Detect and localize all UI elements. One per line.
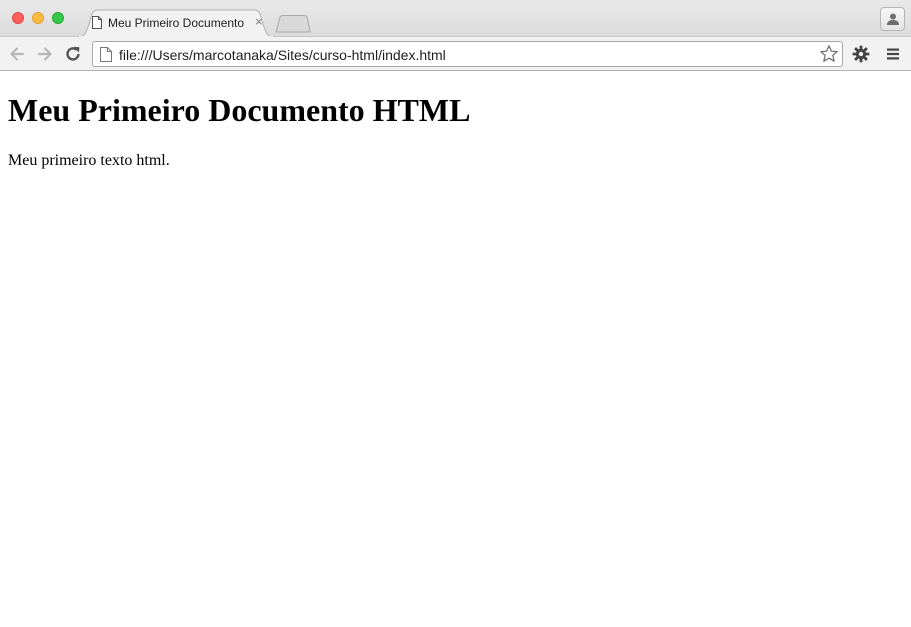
tab-active[interactable]: Meu Primeiro Documento × — [78, 9, 274, 37]
gear-icon[interactable] — [852, 45, 870, 63]
profile-icon — [887, 13, 899, 25]
page-heading: Meu Primeiro Documento HTML — [8, 92, 471, 128]
bookmark-star-icon[interactable] — [819, 44, 839, 64]
profile-button[interactable] — [880, 7, 905, 31]
document-icon — [92, 16, 102, 29]
tab-strip: Meu Primeiro Documento × — [0, 0, 911, 37]
new-tab-button[interactable] — [275, 15, 311, 33]
toolbar: file:///Users/marcotanaka/Sites/curso-ht… — [0, 36, 911, 71]
window-maximize-button[interactable] — [52, 12, 64, 24]
page-viewport: Meu Primeiro Documento HTML Meu primeiro… — [0, 71, 911, 627]
page-paragraph: Meu primeiro texto html. — [8, 152, 170, 169]
forward-arrow-icon[interactable] — [35, 44, 55, 64]
document-icon — [100, 47, 112, 62]
back-arrow-icon[interactable] — [7, 44, 27, 64]
window-minimize-button[interactable] — [32, 12, 44, 24]
hamburger-menu-icon[interactable] — [884, 45, 902, 63]
tab-title: Meu Primeiro Documento — [108, 16, 245, 30]
browser-window: Meu Primeiro Documento × file:///Users/m… — [0, 0, 911, 627]
window-close-button[interactable] — [12, 12, 24, 24]
reload-icon[interactable] — [63, 44, 83, 64]
address-bar-url[interactable]: file:///Users/marcotanaka/Sites/curso-ht… — [119, 47, 446, 63]
tab-close-icon[interactable]: × — [255, 14, 263, 30]
address-bar[interactable]: file:///Users/marcotanaka/Sites/curso-ht… — [92, 41, 843, 67]
